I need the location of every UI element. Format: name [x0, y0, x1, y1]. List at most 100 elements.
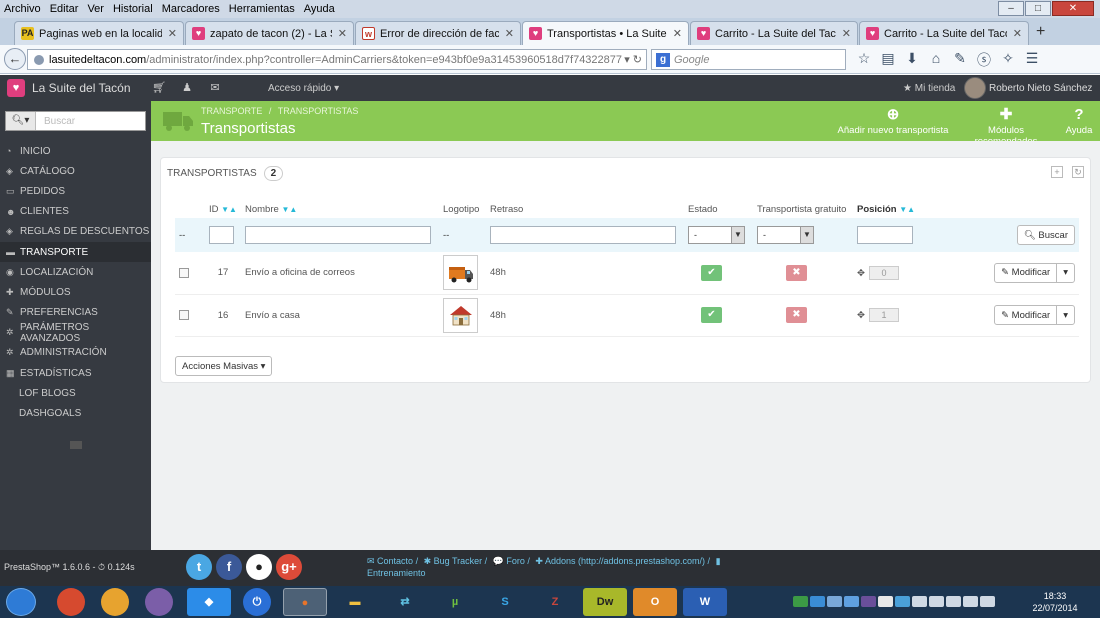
display-icon[interactable] [980, 596, 995, 607]
shop-name[interactable]: La Suite del Tacón [32, 81, 131, 95]
browser-tab[interactable]: PA Paginas web en la localida... ✕ [14, 21, 184, 45]
close-tab-icon[interactable]: ✕ [673, 27, 682, 40]
sidebar-item-pedidos[interactable]: ▭ Pedidos [0, 181, 151, 201]
user-icon[interactable]: ♟ [173, 81, 201, 94]
filezilla-icon[interactable]: Z [533, 588, 577, 616]
row-checkbox[interactable] [179, 310, 189, 320]
table-row[interactable]: 16 Envío a casa 48h ✔ ✖ ✥ 1 ✎ Modificar … [175, 294, 1079, 337]
avatar[interactable] [964, 77, 986, 99]
sidebar-item-localizacion[interactable]: ◉ Localización [0, 262, 151, 282]
filter-id-input[interactable] [209, 226, 234, 244]
menu-editar[interactable]: Editar [50, 3, 79, 15]
sidebar-item-transporte[interactable]: ▬ Transporte [0, 241, 151, 263]
addons-link[interactable]: ✚ Addons (http://addons.prestashop.com/)… [535, 556, 710, 566]
paint-icon[interactable] [101, 588, 129, 616]
forum-link[interactable]: 💬 Foro / [493, 556, 530, 566]
site-identity-icon[interactable] [34, 54, 44, 65]
filter-free-select[interactable]: - ▼ [757, 226, 814, 244]
github-icon[interactable]: ● [246, 554, 272, 580]
drag-handle-icon[interactable]: ✥ [857, 268, 865, 279]
free-disabled-cross-icon[interactable]: ✖ [786, 307, 807, 323]
breadcrumb-item[interactable]: Transporte [201, 106, 262, 116]
sort-arrows-icon[interactable]: ▼▲ [221, 205, 237, 214]
edit-button[interactable]: ✎ Modificar [994, 305, 1058, 325]
maximize-button[interactable]: □ [1025, 1, 1051, 16]
facebook-icon[interactable]: f [216, 554, 242, 580]
menu-hamburger-icon[interactable]: ☰ [1020, 50, 1044, 70]
new-tab-icon[interactable]: + [1036, 23, 1045, 41]
onenote-tray-icon[interactable] [861, 596, 876, 607]
addon-icon[interactable]: ✧ [996, 50, 1020, 70]
free-disabled-cross-icon[interactable]: ✖ [786, 264, 807, 281]
action-center-flag-icon[interactable] [963, 596, 978, 607]
home-icon[interactable]: ⌂ [924, 50, 948, 70]
browser-tab[interactable]: ♥ Carrito - La Suite del Tacón ✕ [859, 21, 1029, 45]
firefox-icon[interactable]: ● [283, 588, 327, 616]
add-carrier-button[interactable]: ⊕ Añadir nuevo transportista [837, 107, 949, 137]
bookmarks-icon[interactable]: ▤ [876, 50, 900, 70]
sidebar-item-catalogo[interactable]: ◈ Catálogo [0, 161, 151, 181]
sidebar-item-dashgoals[interactable]: DASHGOALS [0, 403, 151, 423]
table-row[interactable]: 17 Envío a oficina de correos 48h ✔ ✖ ✥ … [175, 252, 1079, 295]
skype-icon[interactable]: ⓢ [972, 50, 996, 70]
menu-herramientas[interactable]: Herramientas [229, 3, 295, 15]
row-actions-dropdown[interactable]: ▾ [1056, 305, 1075, 325]
menu-historial[interactable]: Historial [113, 3, 153, 15]
prestashop-logo-icon[interactable]: ♥ [7, 79, 25, 97]
browser-tab[interactable]: w Error de dirección de factur... ✕ [355, 21, 521, 45]
close-tab-icon[interactable]: ✕ [168, 27, 177, 40]
sidebar-search[interactable]: 🔍︎▾ Buscar [5, 111, 146, 131]
url-bar[interactable]: lasuitedeltacon.com /administrator/index… [27, 49, 647, 70]
start-button[interactable] [6, 588, 36, 616]
menu-archivo[interactable]: Archivo [4, 3, 41, 15]
web-search-input[interactable]: g Google [651, 49, 846, 70]
edit-button[interactable]: ✎ Modificar [994, 262, 1058, 283]
row-actions-dropdown[interactable]: ▾ [1056, 262, 1075, 283]
volume-icon[interactable] [946, 596, 961, 607]
search-button[interactable]: 🔍︎ Buscar [1016, 225, 1075, 245]
taskbar-clock[interactable]: 18:33 22/07/2014 [1030, 590, 1080, 614]
menu-ayuda[interactable]: Ayuda [304, 3, 335, 15]
tray-icon[interactable] [895, 596, 910, 607]
column-header-position[interactable]: Posición ▼▲ [853, 200, 927, 218]
browser-tab[interactable]: ♥ zapato de tacon (2) - La Sui... ✕ [185, 21, 354, 45]
media-player-icon[interactable] [145, 588, 173, 616]
search-icon[interactable]: 🔍︎▾ [6, 112, 36, 130]
skype-icon[interactable]: S [483, 588, 527, 616]
tray-icon[interactable] [912, 596, 927, 607]
sidebar-item-administracion[interactable]: ✲ Administración [0, 343, 151, 363]
reload-icon[interactable]: ▾ ↻ [624, 53, 642, 66]
sidebar-item-modulos[interactable]: ✚ Módulos [0, 282, 151, 302]
sidebar-item-parametros-avanzados[interactable]: ✲ Parámetros avanzados [0, 322, 151, 344]
file-explorer-icon[interactable]: ▬ [333, 588, 377, 616]
network-signal-icon[interactable] [929, 596, 944, 607]
sidebar-item-clientes[interactable]: ☻ Clientes [0, 202, 151, 222]
close-tab-icon[interactable]: ✕ [1013, 27, 1022, 40]
breadcrumb-item[interactable]: Transportistas [278, 106, 359, 116]
sidebar-item-reglas-descuentos[interactable]: ◈ Reglas de descuentos [0, 222, 151, 242]
my-shop-link[interactable]: ★ Mi tienda [903, 83, 955, 94]
tray-icon[interactable] [878, 596, 893, 607]
tray-icon[interactable] [793, 596, 808, 607]
contact-link[interactable]: ✉ Contacto / [367, 556, 418, 566]
sidebar-item-inicio[interactable]: ◔ Inicio [0, 141, 151, 161]
dreamweaver-icon[interactable]: Dw [583, 588, 627, 616]
sidebar-item-estadisticas[interactable]: ▦ Estadísticas [0, 363, 151, 383]
status-enabled-check-icon[interactable]: ✔ [701, 307, 722, 323]
google-plus-icon[interactable]: g+ [276, 554, 302, 580]
column-header-id[interactable]: ID ▼▲ [205, 200, 241, 218]
collapse-menu-icon[interactable] [70, 441, 82, 449]
menu-marcadores[interactable]: Marcadores [162, 3, 220, 15]
close-tab-icon[interactable]: ✕ [842, 27, 851, 40]
transfer-app-icon[interactable]: ⇄ [383, 588, 427, 616]
sidebar-search-input[interactable]: Buscar [36, 116, 75, 127]
extension-icon[interactable]: ✎ [948, 50, 972, 70]
refresh-icon[interactable]: ↻ [1072, 166, 1084, 178]
tray-icon[interactable] [810, 596, 825, 607]
bug-tracker-link[interactable]: ✱ Bug Tracker / [424, 556, 488, 566]
downloads-icon[interactable]: ⬇ [900, 50, 924, 70]
filter-status-select[interactable]: - ▼ [688, 226, 745, 244]
add-new-icon[interactable]: + [1051, 166, 1063, 178]
tray-icon[interactable] [844, 596, 859, 607]
dropbox-icon[interactable]: ◆ [187, 588, 231, 616]
